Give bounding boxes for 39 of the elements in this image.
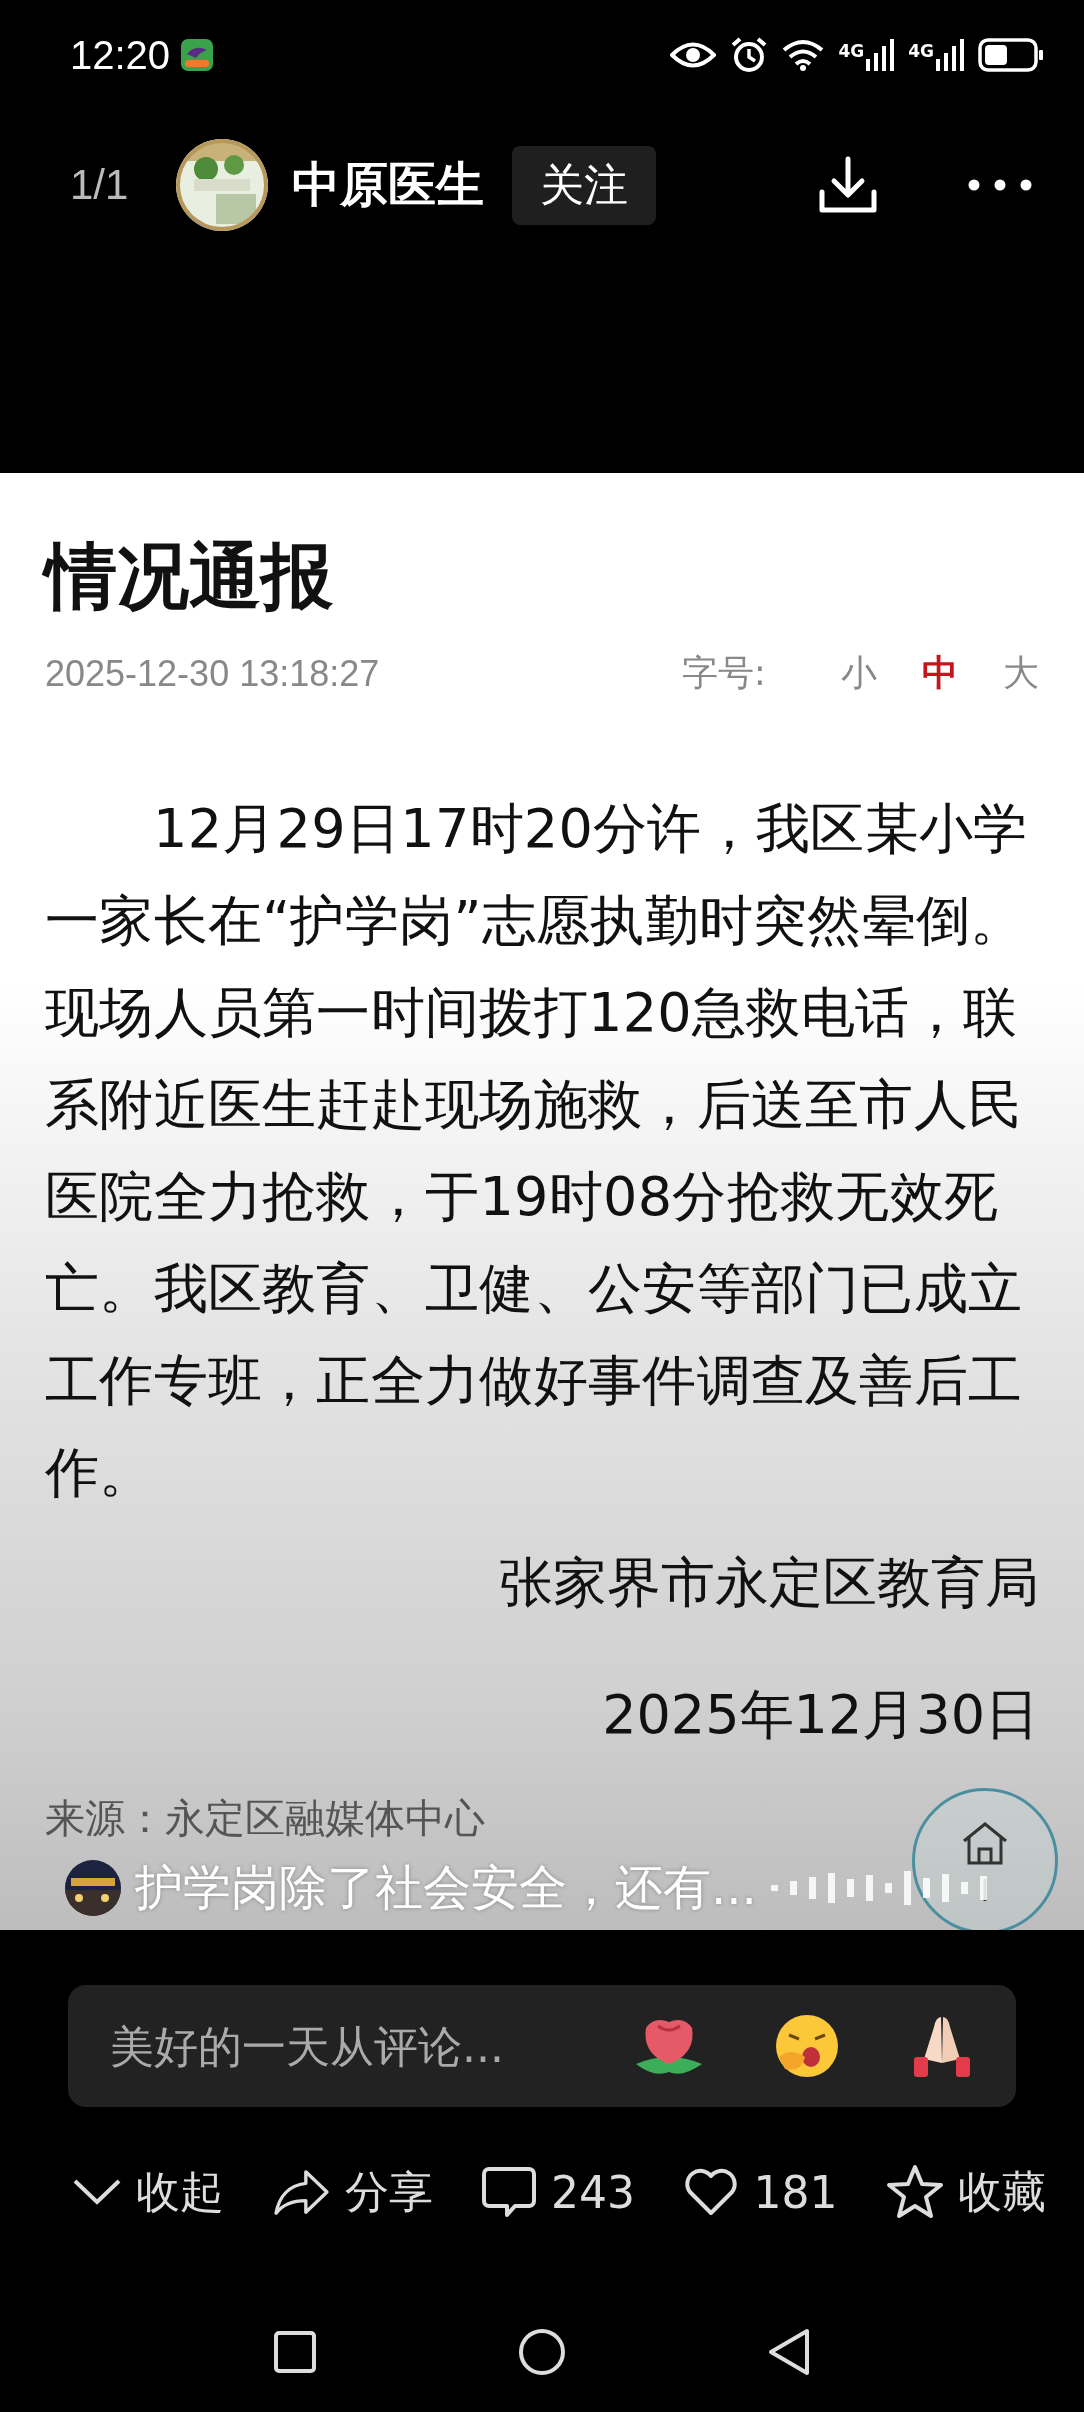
comment-button[interactable]: 243: [481, 2166, 635, 2218]
font-size-option[interactable]: 中: [922, 649, 958, 699]
back-icon[interactable]: [767, 2327, 811, 2377]
article-date: 2025-12-30 13:18:27: [45, 652, 380, 695]
home-circle-icon[interactable]: [517, 2327, 567, 2377]
account-name[interactable]: 中原医生: [292, 153, 485, 217]
follow-button[interactable]: 关注: [512, 145, 657, 225]
signature-date: 2025年12月30日: [601, 1682, 1039, 1749]
eye-icon: [670, 40, 717, 70]
network-label: 4G: [908, 41, 934, 61]
comment-icon: [481, 2166, 537, 2218]
font-size-label: 字号:: [681, 651, 766, 696]
font-size-option[interactable]: 小: [841, 649, 877, 699]
article-source: 来源：永定区融媒体中心: [45, 1794, 486, 1844]
star-icon: [885, 2164, 944, 2220]
home-icon: [960, 1821, 1010, 1901]
collapse-button[interactable]: 收起: [72, 2162, 224, 2222]
status-time: 12:20: [70, 32, 171, 78]
favorite-button[interactable]: 收藏: [885, 2162, 1046, 2222]
app-icon: [180, 38, 215, 72]
share-arrow-icon: [272, 2168, 331, 2216]
article-body: 12月29日17时20分许，我区某小学一家长在“护学岗”志愿执勤时突然晕倒。现场人员第一时间拨打120急救电话，联系附近医生赶赴现场施救，后送至市人民医院全力抢救，于19时08分抢救无效死亡。我区教育、卫健、公安等部门已成立工作专班，正全力做好事件调查及善后工作。: [45, 796, 1029, 1507]
alarm-icon: [730, 36, 769, 74]
comment-field[interactable]: 美好的一天从评论...: [108, 2019, 632, 2073]
share-button[interactable]: 分享: [272, 2162, 433, 2222]
recent-apps-icon[interactable]: [273, 2330, 317, 2374]
more-icon[interactable]: [968, 179, 1032, 191]
like-button[interactable]: 181: [683, 2166, 838, 2218]
signal-icon: [866, 39, 895, 71]
page-counter: 1/1: [70, 161, 129, 209]
chevron-down-icon: [72, 2177, 122, 2207]
wifi-icon: [782, 38, 825, 72]
font-size-option[interactable]: 大: [1003, 649, 1039, 699]
download-icon[interactable]: [818, 156, 878, 214]
battery-icon: [978, 38, 1044, 72]
signal-icon: [936, 39, 964, 71]
heart-icon: [683, 2167, 740, 2217]
network-label: 4G: [838, 41, 865, 61]
article-signature: 张家界市永定区教育局: [498, 1550, 1039, 1617]
